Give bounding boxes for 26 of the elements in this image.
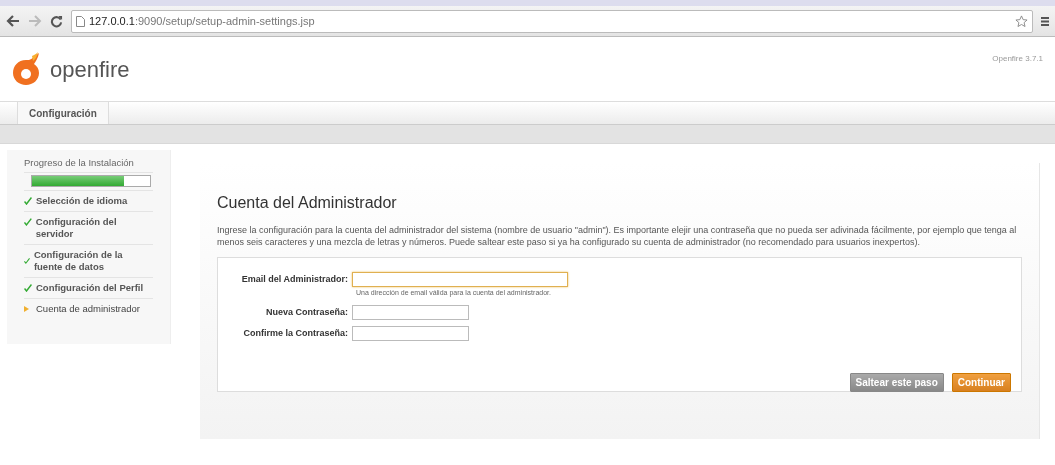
- step-label[interactable]: Selección de idioma: [36, 195, 128, 208]
- back-icon[interactable]: [6, 15, 20, 27]
- star-icon[interactable]: [1015, 14, 1028, 28]
- progress-title: Progreso de la Instalación: [24, 156, 153, 174]
- step-label[interactable]: Configuración de la fuente de datos: [33, 248, 153, 273]
- url-text: 127.0.0.1:9090/setup/setup-admin-settings.jsp: [89, 13, 316, 29]
- description-text: Ingrese la configuración para la cuenta del administrador del sistema (nombre de usuario "admin"). Es importante elejir una contraseña que no pueda ser adivinada fácilmente, por ejemplo que tenga al menos seis caracteres y una mezcla de letras y números. Puede saltear este paso si ya ha configurado su cuenta de administrador (no recomendado para usuarios inexpertos).: [217, 225, 1018, 249]
- logo-text: openfire: [50, 55, 130, 84]
- step-label[interactable]: Configuración del servidor: [35, 216, 153, 240]
- page-icon: [76, 15, 85, 27]
- step-label[interactable]: Cuenta de administrador: [36, 302, 141, 315]
- version-text: Openfire 3.7.1: [992, 53, 1043, 65]
- step-label[interactable]: Configuración del Perfil: [36, 281, 144, 294]
- page-title: Cuenta del Administrador: [217, 193, 398, 213]
- menu-icon[interactable]: [1041, 15, 1049, 27]
- address-bar[interactable]: 127.0.0.1:9090/setup/setup-admin-settings.jsp: [71, 9, 1033, 33]
- flame-logo-icon: [12, 52, 42, 86]
- nav-tab[interactable]: Configuración: [17, 102, 109, 124]
- input-field[interactable]: [352, 325, 469, 341]
- field-label: Email del Administrador:: [240, 273, 349, 287]
- forward-icon[interactable]: [28, 15, 42, 27]
- reload-icon[interactable]: [50, 14, 63, 28]
- field-label: Nueva Contraseña:: [264, 305, 349, 319]
- input-field[interactable]: [352, 304, 469, 320]
- input-field[interactable]: [352, 272, 568, 288]
- field-label: Confirme la Contraseña:: [242, 326, 349, 340]
